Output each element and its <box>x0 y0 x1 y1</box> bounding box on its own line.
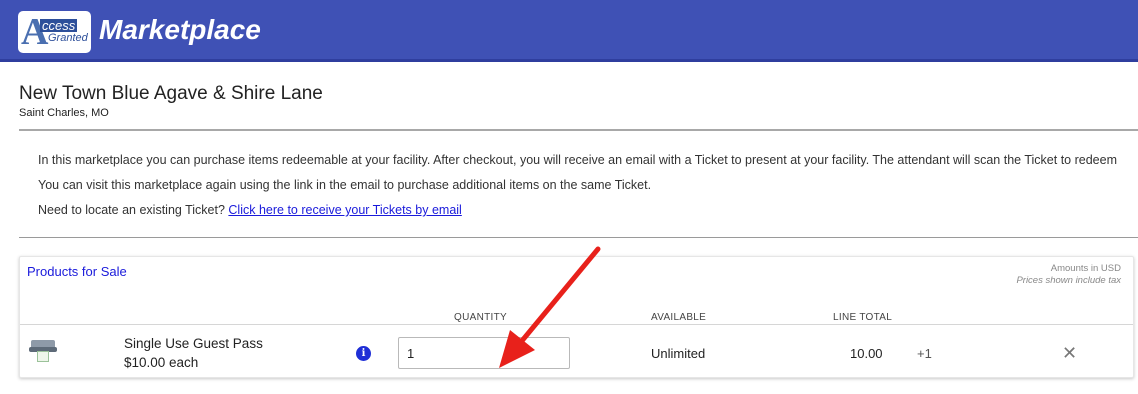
column-header-quantity: QUANTITY <box>454 312 507 323</box>
header-divider <box>19 129 1138 131</box>
info-text-line-2: You can visit this marketplace again usi… <box>38 178 652 192</box>
receive-tickets-link[interactable]: Click here to receive your Tickets by em… <box>228 203 461 217</box>
amounts-note-block: Amounts in USD Prices shown include tax <box>1016 263 1121 287</box>
product-info-icon[interactable]: i <box>356 346 371 361</box>
logo-text-granted: Granted <box>48 32 88 44</box>
line-total-value: 10.00 <box>850 346 883 361</box>
remove-item-close-icon[interactable]: ✕ <box>1062 343 1077 363</box>
quantity-input[interactable] <box>398 337 570 369</box>
guest-pass-thumbnail-icon <box>29 340 57 362</box>
venue-name: New Town Blue Agave & Shire Lane <box>19 83 323 104</box>
access-granted-logo[interactable]: A ccess Granted <box>18 11 91 53</box>
locate-ticket-prompt: Need to locate an existing Ticket? <box>38 203 225 217</box>
products-card: Products for Sale Amounts in USD Prices … <box>19 256 1134 378</box>
products-title: Products for Sale <box>27 264 127 279</box>
logo-text-access: ccess <box>40 18 78 33</box>
app-title: Marketplace <box>99 14 261 45</box>
venue-location: Saint Charles, MO <box>19 107 109 119</box>
column-header-available: AVAILABLE <box>651 312 707 323</box>
product-name: Single Use Guest Pass <box>124 336 263 351</box>
increment-button[interactable]: +1 <box>917 346 932 362</box>
info-text-line-3: Need to locate an existing Ticket? Click… <box>38 203 462 218</box>
prices-tax-note: Prices shown include tax <box>1016 275 1121 286</box>
header-row-divider <box>20 324 1133 325</box>
amounts-currency-note: Amounts in USD <box>1050 263 1121 274</box>
column-header-line-total: LINE TOTAL <box>833 312 893 323</box>
info-divider <box>19 237 1138 238</box>
available-value: Unlimited <box>651 346 706 361</box>
app-header: A ccess Granted Marketplace <box>0 0 1138 62</box>
product-price: $10.00 each <box>124 355 199 370</box>
info-text-line-1: In this marketplace you can purchase ite… <box>38 153 1117 167</box>
